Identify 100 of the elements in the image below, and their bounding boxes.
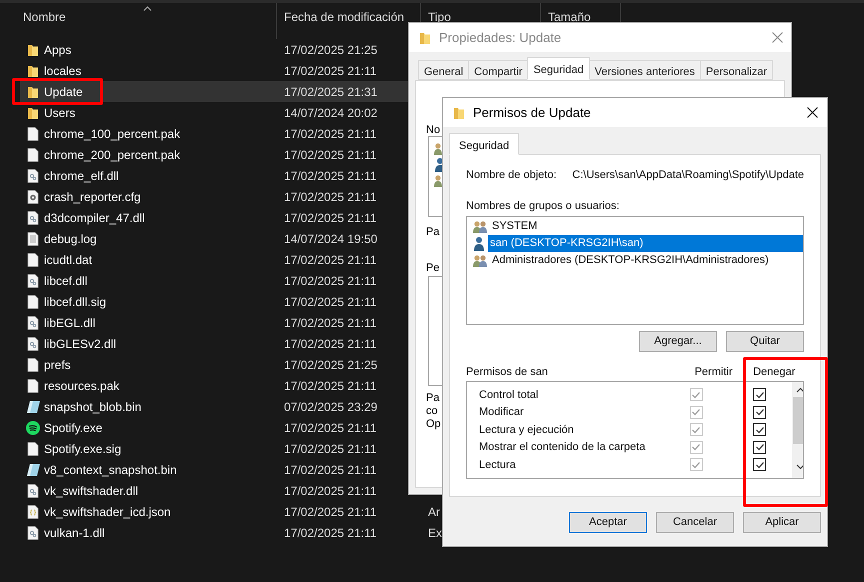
file-row[interactable]: chrome_200_percent.pak 17/02/2025 21:11 [20,144,408,165]
file-row[interactable]: vulkan-1.dll 17/02/2025 21:11 [20,522,408,543]
permission-name: Lectura y ejecución [478,422,575,438]
modified-date: 17/02/2025 21:11 [284,62,377,80]
column-header[interactable]: Fecha de modificación [284,8,404,26]
modified-date: 17/02/2025 21:11 [284,504,377,520]
file-row[interactable]: v8_context_snapshot.bin 17/02/2025 21:11 [20,459,408,480]
file-row[interactable]: Spotify.exe.sig 17/02/2025 21:11 [20,438,408,459]
column-header[interactable]: Nombre [23,8,66,26]
file-row[interactable]: icudtl.dat 17/02/2025 21:11 [20,249,408,270]
file-name: icudtl.dat [44,252,94,268]
field-label: Nombre de objeto: [466,168,558,183]
file-row[interactable]: Spotify.exe 17/02/2025 21:11 [20,417,408,438]
modified-date: 17/02/2025 21:11 [284,420,377,436]
modified-date: 17/02/2025 21:11 [284,462,377,478]
modified-date: 17/02/2025 21:11 [284,126,377,142]
file-name: crash_reporter.cfg [44,188,142,206]
modified-date: 17/02/2025 21:25 [284,356,378,374]
file-name: libEGL.dll [44,314,96,332]
file-name: chrome_elf.dll [44,168,120,184]
tab[interactable]: Versiones anteriores [588,60,701,80]
user-item[interactable]: SYSTEM [467,218,803,235]
file-row[interactable]: crash_reporter.cfg 17/02/2025 21:11 [20,186,408,207]
tab[interactable]: Compartir [468,60,528,80]
label-fragment: Pe [426,261,440,276]
file-row[interactable]: libGLESv2.dll 17/02/2025 21:11 [20,333,408,354]
modified-date: 17/02/2025 21:11 [284,294,377,310]
file-name: vk_swiftshader_icd.json [44,504,172,520]
file-name: Update [44,84,84,100]
permission-name: Control total [478,388,540,402]
file-name: prefs [44,356,72,374]
dialog-button[interactable]: Agregar... [639,331,717,352]
window-title: Propiedades: Update [439,28,562,47]
modified-date: 17/02/2025 21:11 [284,378,377,394]
file-row[interactable]: resources.pak 17/02/2025 21:11 [20,375,408,396]
file-row[interactable]: libcef.dll.sig 17/02/2025 21:11 [20,291,408,312]
dialog-button[interactable]: Aplicar [743,512,821,533]
file-row[interactable]: snapshot_blob.bin 07/02/2025 23:29 [20,396,408,417]
modified-date: 07/02/2025 23:29 [284,398,378,416]
file-name: libGLESv2.dll [44,336,118,352]
file-name: d3dcompiler_47.dll [44,210,146,226]
file-type: Ar [428,504,440,520]
file-name: chrome_200_percent.pak [44,146,182,164]
modified-date: 14/07/2024 20:02 [284,104,378,122]
tab[interactable]: Seguridad [527,57,590,80]
file-name: Apps [44,42,72,58]
section-label: Permisos de san [466,365,549,380]
text-fragment: Pa [426,392,440,405]
file-row[interactable]: Apps 17/02/2025 21:25 [20,39,408,60]
file-row[interactable]: libcef.dll 17/02/2025 21:11 [20,270,408,291]
modified-date: 17/02/2025 21:11 [284,314,377,332]
file-row[interactable]: Users 14/07/2024 20:02 [20,102,408,123]
modified-date: 17/02/2025 21:11 [284,482,377,500]
tab[interactable]: Personalizar [700,60,774,80]
file-name: debug.log [44,230,98,248]
file-row[interactable]: Update 17/02/2025 21:31 [20,81,408,102]
tab[interactable]: Seguridad [449,133,520,155]
column-label: Denegar [752,365,796,380]
modified-date: 17/02/2025 21:31 [284,84,378,100]
file-name: Users [44,104,76,122]
file-name: Spotify.exe.sig [44,440,122,458]
user-item[interactable]: Administradores (DESKTOP-KRSG2IH\Administradores) [467,252,803,269]
modified-date: 17/02/2025 21:11 [284,146,377,164]
file-name: v8_context_snapshot.bin [44,462,178,478]
file-row[interactable]: debug.log 14/07/2024 19:50 [20,228,408,249]
file-row[interactable]: vk_swiftshader.dll 17/02/2025 21:11 [20,480,408,501]
file-row[interactable]: libEGL.dll 17/02/2025 21:11 [20,312,408,333]
modified-date: 17/02/2025 21:11 [284,188,377,206]
permission-name: Modificar [478,405,525,420]
permission-name: Mostrar el contenido de la carpeta [478,440,646,455]
file-row[interactable]: d3dcompiler_47.dll 17/02/2025 21:11 [20,207,408,228]
file-name: locales [44,62,82,80]
dialog-button[interactable]: Cancelar [656,512,734,533]
column-label: Permitir [694,365,734,380]
text-fragment: co [426,405,439,418]
column-header[interactable]: Tamaño [548,8,591,26]
field-label: Nombres de grupos o usuarios: [466,198,620,214]
modified-date: 17/02/2025 21:11 [284,272,377,290]
file-name: libcef.dll [44,272,88,290]
window-title: Permisos de Update [473,104,591,122]
dialog-button[interactable]: Aceptar [569,512,647,533]
file-name: snapshot_blob.bin [44,398,142,416]
text-fragment: Op [426,418,441,431]
file-row[interactable]: prefs 17/02/2025 21:25 [20,354,408,375]
file-type: Ex [428,524,442,542]
file-row[interactable]: chrome_100_percent.pak 17/02/2025 21:11 [20,123,408,144]
file-row[interactable]: locales 17/02/2025 21:11 [20,60,408,81]
file-name: libcef.dll.sig [44,294,108,310]
modified-date: 17/02/2025 21:11 [284,168,377,184]
dialog-button[interactable]: Quitar [726,331,804,352]
file-row[interactable]: vk_swiftshader_icd.json 17/02/2025 21:11 [20,501,408,522]
file-row[interactable]: chrome_elf.dll 17/02/2025 21:11 [20,165,408,186]
file-name: vk_swiftshader.dll [44,482,140,500]
tab[interactable]: General [418,60,470,80]
modified-date: 17/02/2025 21:11 [284,440,377,458]
column-header[interactable]: Tipo [428,8,451,26]
permission-name: Lectura [478,458,517,472]
modified-date: 17/02/2025 21:11 [284,524,377,542]
file-name: chrome_100_percent.pak [44,126,182,142]
modified-date: 14/07/2024 19:50 [284,230,378,248]
